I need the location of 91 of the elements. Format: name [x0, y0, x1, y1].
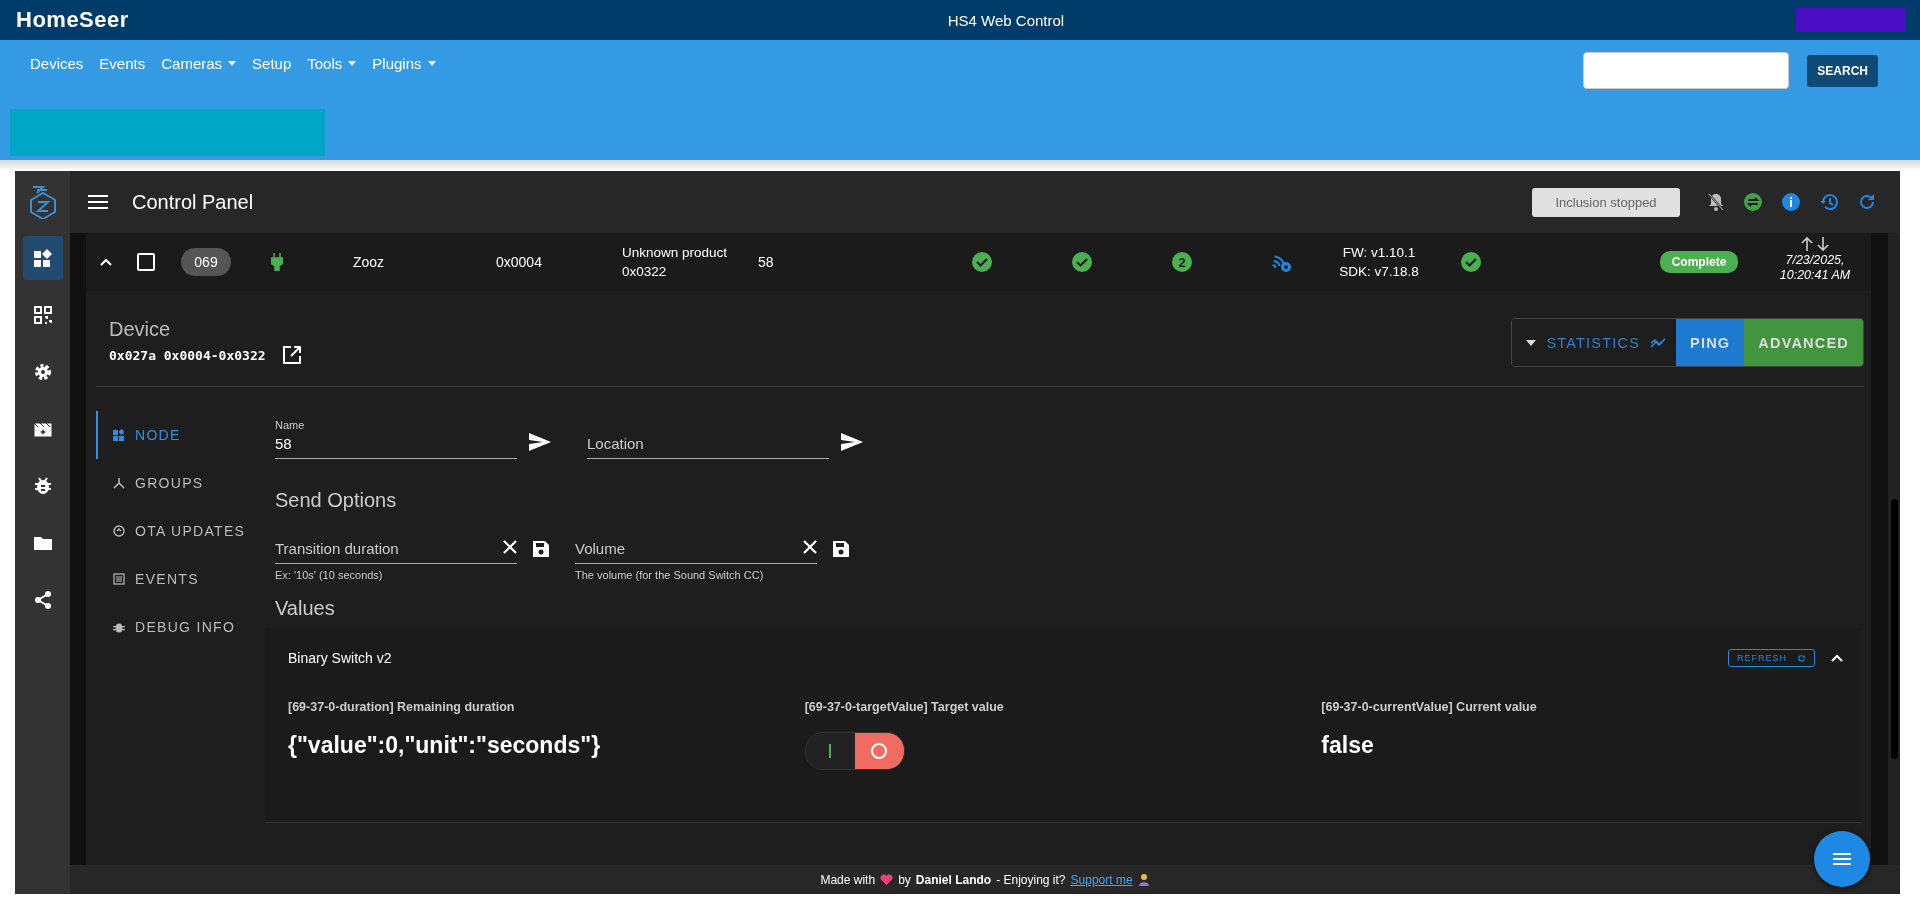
- device-ids: 0x027a 0x0004-0x0322: [109, 347, 266, 363]
- product-name: Unknown product: [622, 245, 729, 260]
- qr-code-icon: [31, 304, 54, 326]
- advanced-button[interactable]: ADVANCED: [1744, 319, 1863, 366]
- tab[interactable]: EVENTS: [96, 555, 265, 603]
- save-icon[interactable]: [833, 541, 849, 557]
- refresh-button[interactable]: REFRESH: [1728, 649, 1815, 667]
- dashboard-icon: [31, 247, 54, 269]
- field-label: Name: [275, 419, 305, 431]
- check-circle-icon: [1461, 252, 1481, 272]
- tab[interactable]: DEBUG INFO: [96, 603, 265, 651]
- name-field[interactable]: 58: [275, 435, 517, 459]
- value-label: [69-37-0-targetValue] Target value: [804, 700, 1005, 714]
- last-active-time: 7/23/2025,: [1785, 253, 1845, 267]
- support-link[interactable]: Support me: [1070, 872, 1133, 887]
- field-hint: Ex: '10s' (10 seconds): [275, 569, 384, 581]
- chevron-icon[interactable]: [100, 258, 112, 266]
- off-mark-icon: [870, 742, 889, 760]
- nav-link[interactable]: Setup: [252, 55, 292, 72]
- refresh-icon[interactable]: [1857, 192, 1877, 212]
- node-id: 069: [181, 248, 231, 276]
- trend-icon: [1650, 336, 1667, 349]
- tab[interactable]: NODE: [96, 411, 265, 459]
- tab[interactable]: GROUPS: [96, 459, 265, 507]
- security-badge: 2: [1172, 252, 1192, 272]
- nav-link[interactable]: Devices: [30, 55, 84, 72]
- bug-icon: [113, 621, 125, 633]
- manufacturer: Zooz: [353, 254, 386, 270]
- inclusion-status-button[interactable]: Inclusion stopped: [1532, 187, 1680, 217]
- footer-text: Made with: [820, 872, 876, 887]
- window-title: HS4 Web Control: [946, 11, 1066, 29]
- sort-arrows-icon[interactable]: [1800, 236, 1830, 252]
- section-title: Send Options: [275, 489, 398, 512]
- value-label: [69-37-0-currentValue] Current value: [1321, 700, 1538, 714]
- input-field[interactable]: Transition duration: [275, 540, 517, 564]
- list-icon: [113, 573, 125, 585]
- status-chip: Complete: [1659, 251, 1739, 273]
- location-field[interactable]: Location: [587, 435, 829, 459]
- caret-icon: [1526, 339, 1537, 346]
- nav-link[interactable]: Events: [99, 55, 146, 72]
- toggle-switch[interactable]: [804, 732, 905, 770]
- firmware-version: FW: v1.10.1: [1342, 245, 1416, 260]
- group-title: Binary Switch v2: [288, 650, 392, 666]
- heart-icon: [880, 873, 894, 886]
- tab[interactable]: OTA UPDATES: [96, 507, 265, 555]
- input-field[interactable]: Volume: [575, 540, 817, 564]
- grid-icon: [113, 429, 125, 441]
- send-icon[interactable]: [841, 433, 863, 451]
- node-name: 58: [758, 254, 775, 270]
- page-title: Control Panel: [132, 190, 254, 214]
- field-hint: The volume (for the Sound Switch CC): [575, 569, 765, 581]
- checkbox[interactable]: [137, 253, 155, 271]
- device-title: Device: [109, 318, 172, 341]
- search-button[interactable]: SEARCH: [1807, 54, 1878, 87]
- nav-link[interactable]: Cameras: [161, 55, 237, 72]
- save-icon[interactable]: [533, 541, 549, 557]
- value-text: {"value":0,"unit":"seconds"}: [288, 732, 602, 759]
- open-external-icon[interactable]: [281, 345, 302, 365]
- product-code: 0x0004: [496, 254, 543, 270]
- info-icon[interactable]: [1781, 192, 1801, 212]
- nav-link[interactable]: Tools: [307, 55, 357, 72]
- refresh-icon: [1797, 653, 1806, 663]
- last-active-time: 10:20:41 AM: [1779, 268, 1851, 282]
- logo[interactable]: HomeSeer: [16, 7, 416, 33]
- value-label: [69-37-0-duration] Remaining duration: [288, 700, 516, 714]
- ping-button[interactable]: PING: [1676, 319, 1745, 366]
- check-circle-icon: [1072, 252, 1092, 272]
- rail-button[interactable]: [22, 236, 63, 280]
- chevron-icon[interactable]: [1831, 654, 1843, 662]
- footer-text: - Enjoying it?: [996, 872, 1066, 887]
- product-name: 0x0322: [622, 264, 668, 279]
- nav-link[interactable]: Plugins: [372, 55, 436, 72]
- check-circle-icon: [972, 252, 992, 272]
- close-icon[interactable]: [503, 540, 517, 554]
- close-icon[interactable]: [803, 540, 817, 554]
- firmware-version: SDK: v7.18.8: [1339, 264, 1419, 279]
- update-icon: [113, 525, 125, 537]
- scrollbar-thumb[interactable]: [1891, 499, 1898, 759]
- search-field[interactable]: [1583, 52, 1790, 89]
- menu-icon[interactable]: [88, 194, 108, 210]
- plug-icon: [271, 253, 283, 271]
- author-name: Daniel Lando: [915, 872, 992, 887]
- history-icon[interactable]: [1819, 192, 1839, 212]
- sync-icon[interactable]: [1743, 192, 1763, 212]
- menu-icon: [1833, 852, 1851, 866]
- bell-off-icon[interactable]: [1707, 192, 1725, 212]
- section-title: Values: [275, 597, 336, 620]
- value-text: false: [1321, 732, 1375, 759]
- fork-icon: [113, 477, 125, 489]
- footer-text: by: [898, 872, 911, 887]
- send-icon[interactable]: [529, 433, 551, 451]
